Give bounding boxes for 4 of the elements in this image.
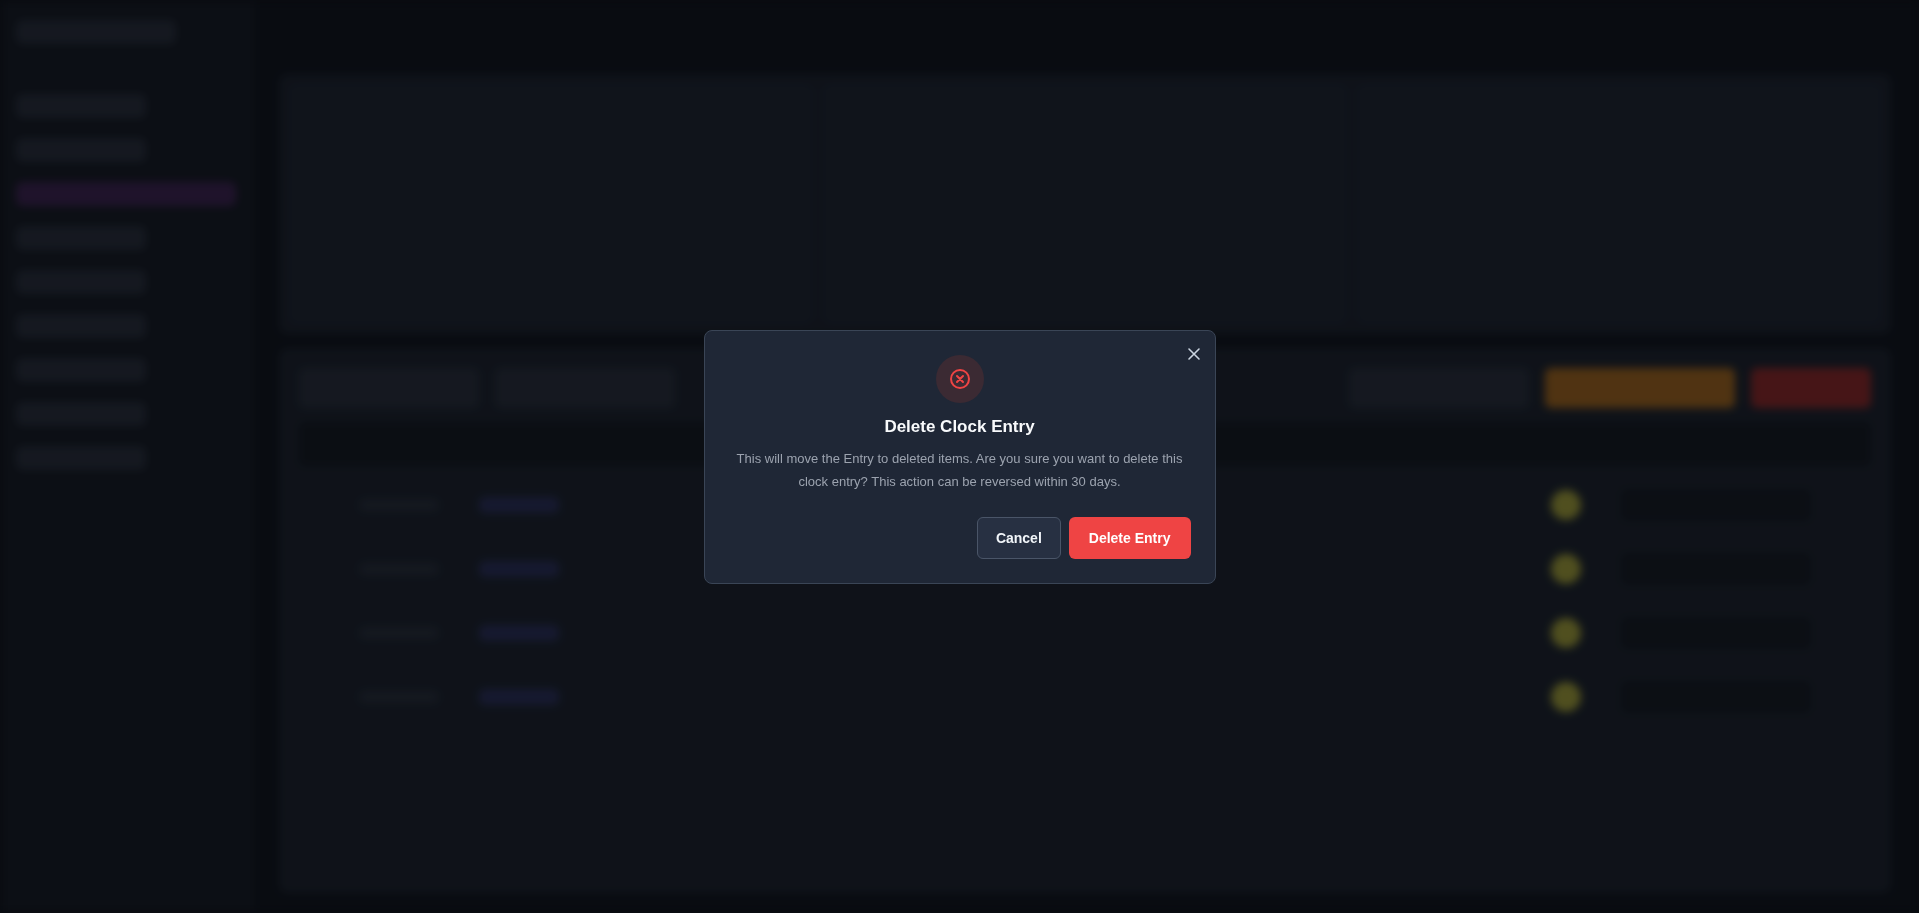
dialog-title: Delete Clock Entry	[884, 416, 1035, 437]
cancel-button[interactable]: Cancel	[976, 516, 1061, 559]
delete-button[interactable]: Delete Entry	[1068, 516, 1191, 559]
dialog-message: This will move the Entry to deleted items. Are you sure you want to delete this clock entry? This action can be reversed within 30 days.	[735, 449, 1184, 491]
